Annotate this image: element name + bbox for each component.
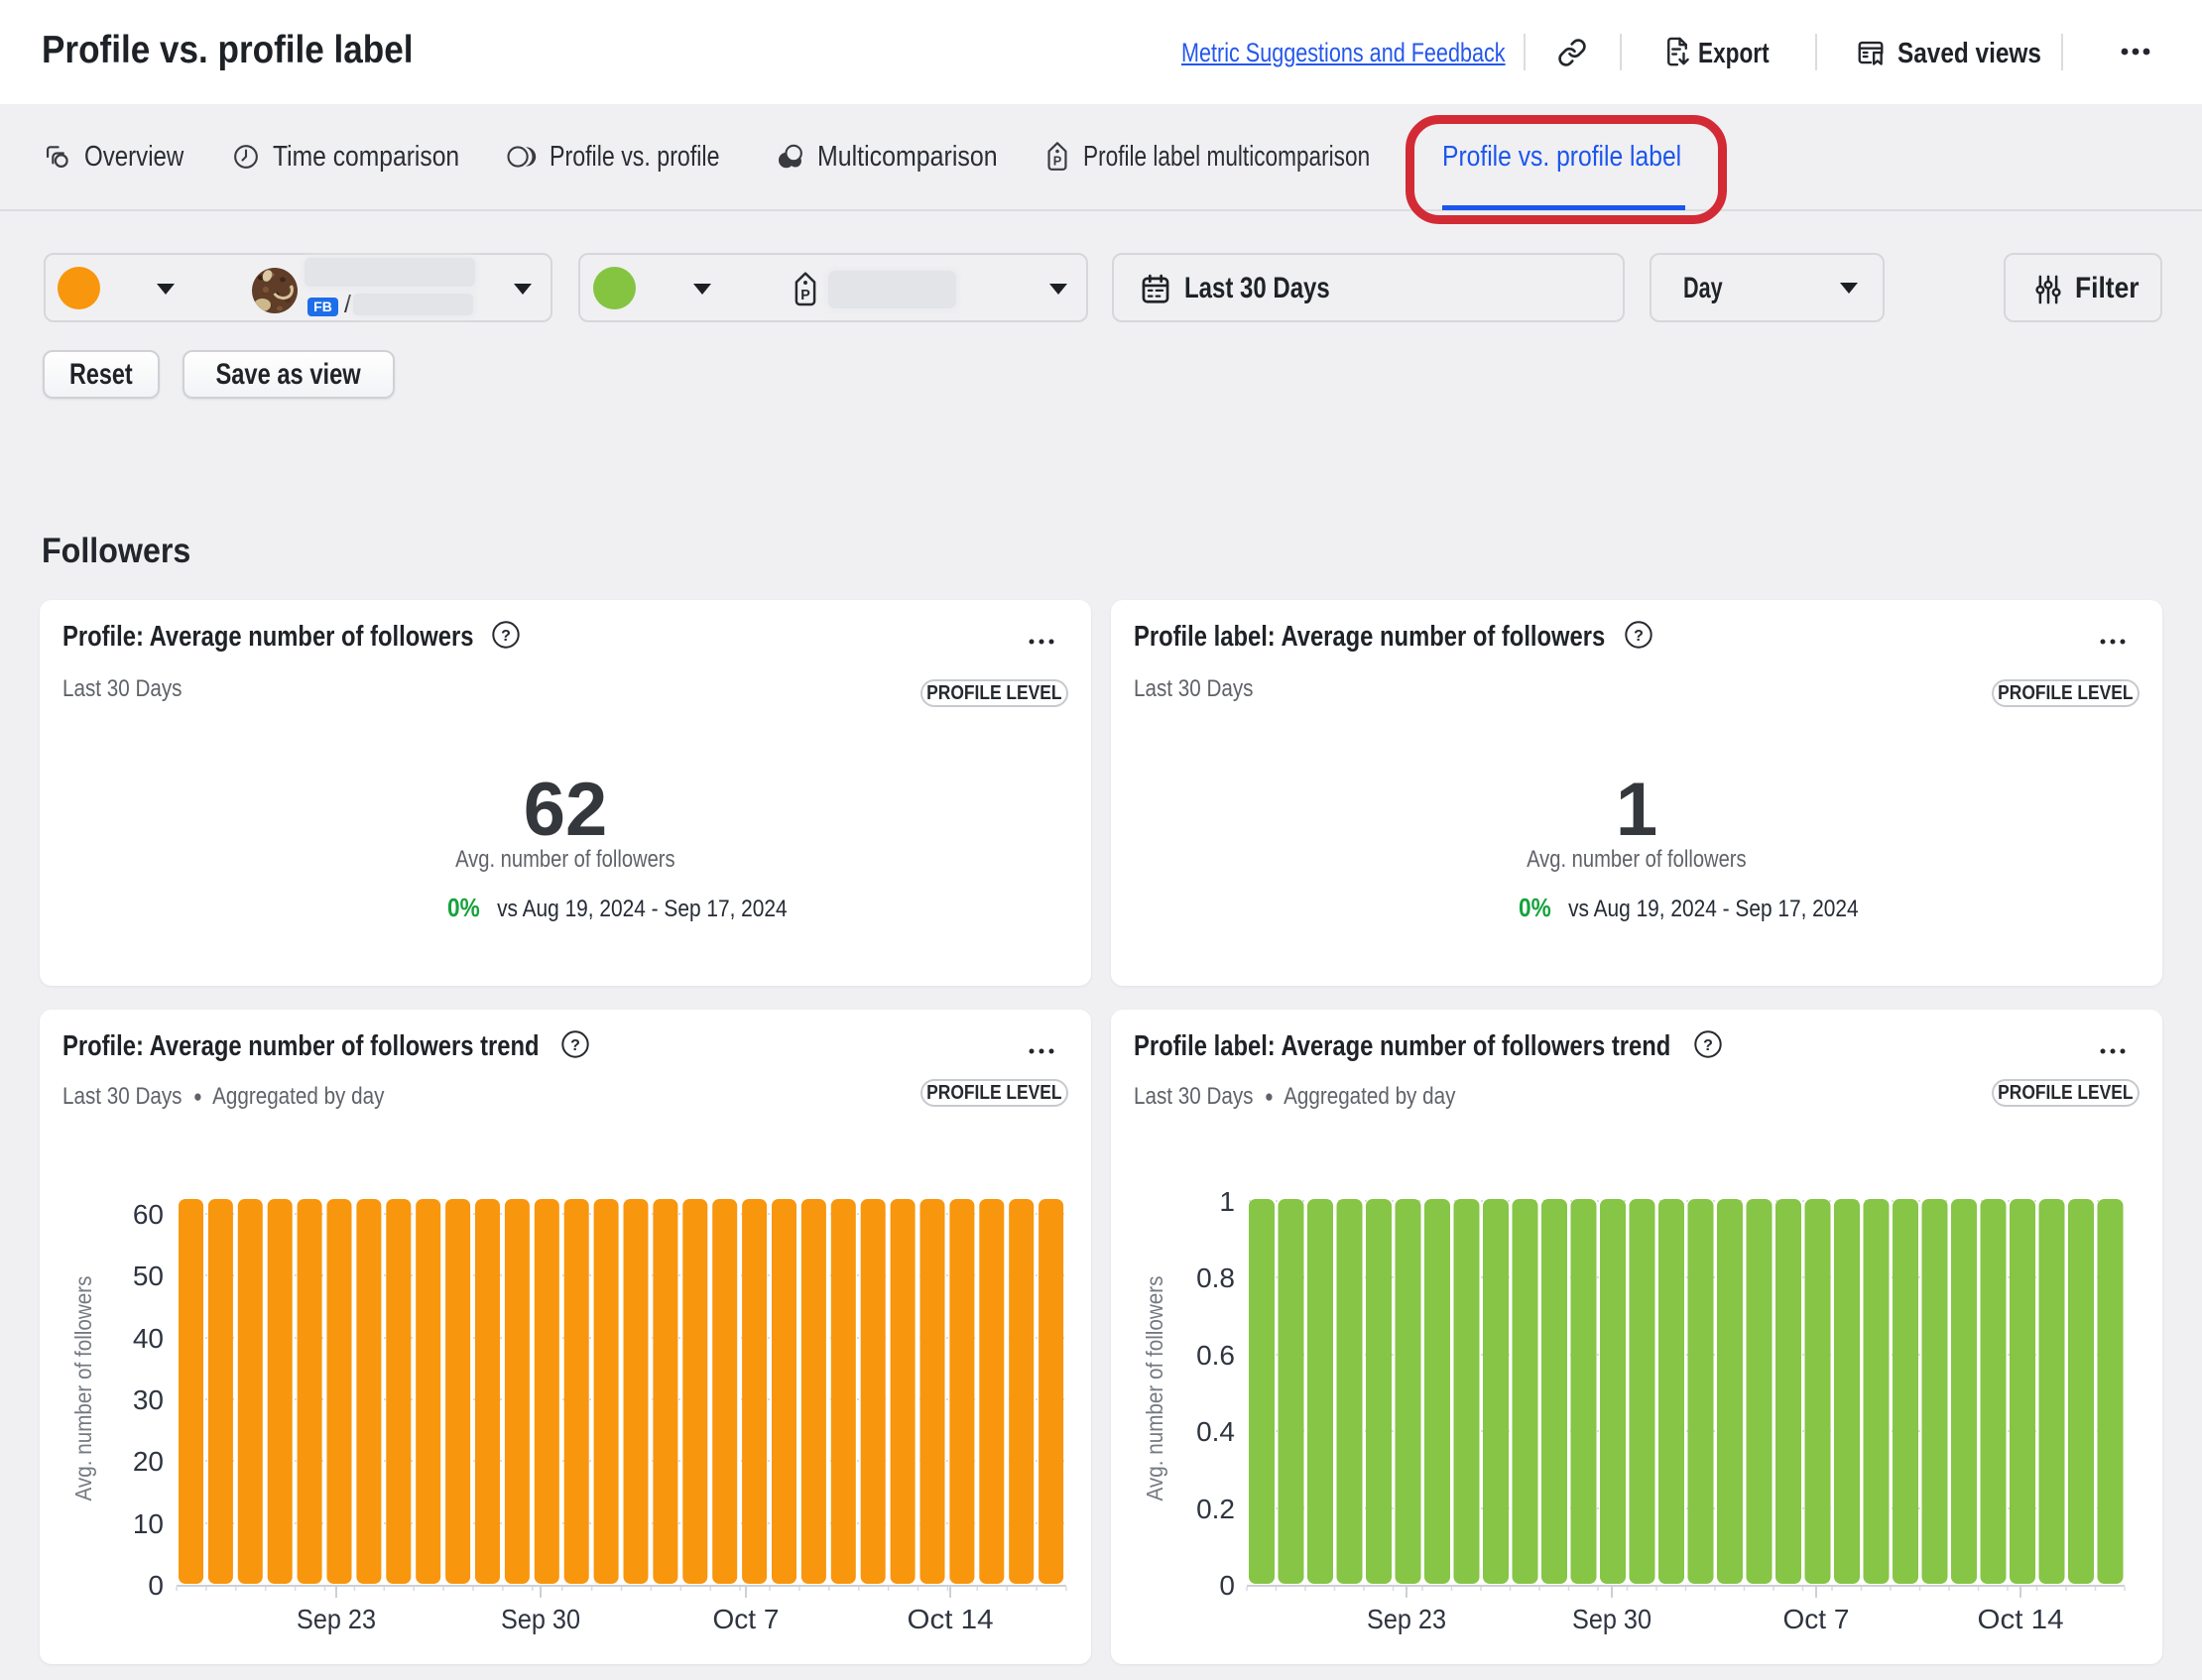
svg-text:0.4: 0.4 [1196,1416,1235,1447]
svg-text:Avg. number of followers: Avg. number of followers [1142,1276,1167,1501]
svg-text:Sep 30: Sep 30 [1572,1604,1652,1634]
svg-text:0.6: 0.6 [1196,1340,1235,1371]
svg-text:0.8: 0.8 [1196,1262,1235,1293]
svg-text:P: P [1053,153,1062,168]
svg-text:Oct 7: Oct 7 [713,1604,780,1634]
svg-text:0: 0 [1219,1570,1235,1601]
svg-text:Sep 30: Sep 30 [501,1604,580,1634]
svg-text:1: 1 [1219,1186,1235,1217]
svg-text:Avg. number of followers: Avg. number of followers [70,1276,96,1501]
svg-text:Oct 14: Oct 14 [908,1604,994,1634]
svg-text:Sep 23: Sep 23 [297,1604,376,1634]
svg-text:P: P [800,288,810,303]
svg-text:0.2: 0.2 [1196,1494,1235,1524]
svg-text:Sep 23: Sep 23 [1367,1604,1446,1634]
svg-text:40: 40 [133,1323,164,1354]
svg-text:20: 20 [133,1446,164,1477]
svg-text:?: ? [501,628,511,645]
svg-text:10: 10 [133,1508,164,1539]
svg-text:?: ? [1634,628,1644,645]
svg-text:30: 30 [133,1384,164,1415]
svg-text:Oct 7: Oct 7 [1783,1604,1850,1634]
svg-text:50: 50 [133,1260,164,1291]
svg-text:0: 0 [148,1570,164,1601]
svg-text:Oct 14: Oct 14 [1978,1604,2064,1634]
svg-text:60: 60 [133,1199,164,1230]
